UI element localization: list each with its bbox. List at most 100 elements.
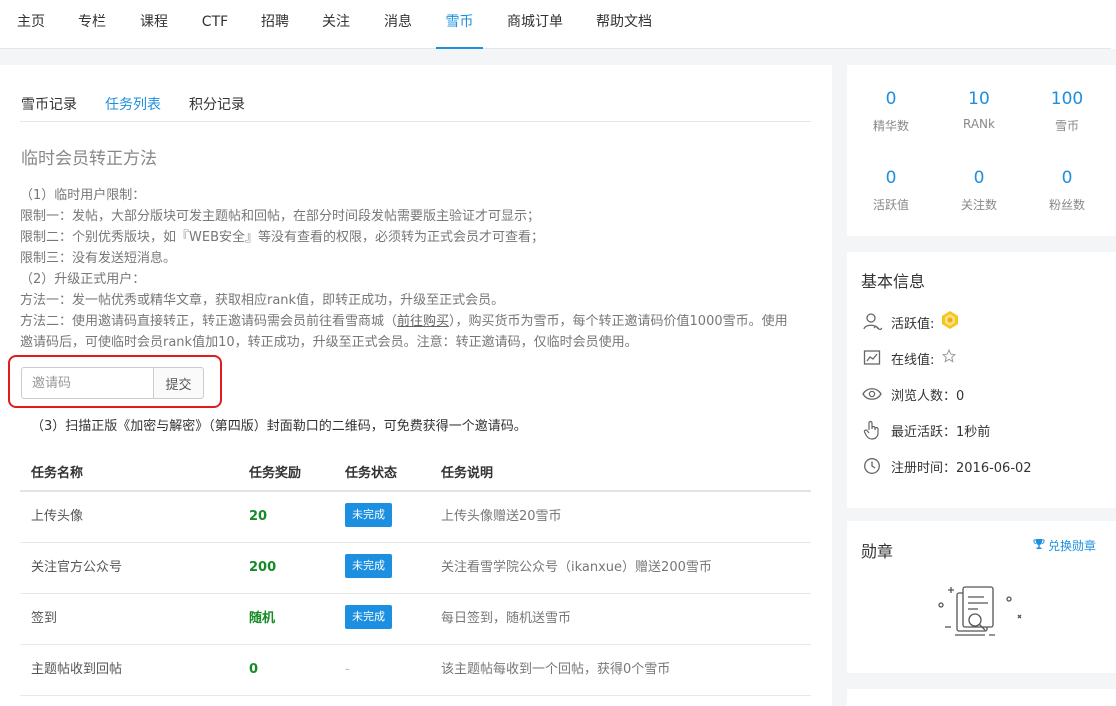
stat-rank[interactable]: 10 RANk [935, 89, 1023, 131]
stat-value: 0 [885, 89, 897, 109]
tab-xuebi-records[interactable]: 雪币记录 [21, 94, 77, 114]
chart-icon [861, 347, 883, 369]
window-edge [1111, 0, 1116, 49]
user-wave-icon [861, 311, 883, 333]
register-text: 注册时间：2016-06-02 [891, 460, 1032, 476]
task-status: 未完成 [345, 594, 392, 644]
hand-icon [861, 419, 883, 441]
stat-value: 0 [885, 168, 897, 188]
stat-label: RANk [963, 117, 995, 131]
stat-label: 活跃值 [872, 198, 909, 212]
stat-label: 关注数 [960, 198, 997, 212]
medals-title: 勋章 [861, 542, 894, 561]
views-text: 浏览人数：0 [891, 388, 965, 404]
table-row: 上传头像 20 未完成 上传头像赠送20雪币 [20, 492, 811, 543]
top-navigation: 主页 专栏 课程 CTF 招聘 关注 消息 雪币 商城订单 帮助文档 [0, 0, 1111, 49]
status-badge[interactable]: 未完成 [345, 554, 392, 578]
rule-line-method-two: 方法二：使用邀请码直接转正，转正邀请码需会员前往看雪商城（前往购买），购买货币为… [20, 311, 800, 353]
clock-icon [861, 455, 883, 477]
stat-following[interactable]: 0 关注数 [935, 168, 1023, 213]
task-name: 签到 [31, 611, 58, 626]
nav-item-ctf[interactable]: CTF [201, 0, 229, 49]
rule-line: 限制二：个别优秀版块，如『WEB安全』等没有查看的权限，必须转为正式会员才可查看… [20, 230, 544, 245]
rule-line: 方法一：发一帖优秀或精华文章，获取相应rank值，即转正成功，升级至正式会员。 [20, 293, 505, 308]
nav-item-shop-orders[interactable]: 商城订单 [507, 0, 563, 49]
column-header-desc: 任务说明 [441, 466, 494, 481]
buy-link[interactable]: 前往购买 [397, 314, 449, 329]
task-desc: 关注看雪学院公众号（ikanxue）赠送200雪币 [441, 560, 712, 575]
table-row: 关注官方公众号 200 未完成 关注看雪学院公众号（ikanxue）赠送200雪… [20, 543, 811, 594]
conversion-rules: （1）临时用户限制： 限制一：发帖，大部分版块可发主题帖和回帖，在部分时间段发帖… [20, 185, 800, 353]
user-stats-card: 0 精华数 10 RANk 100 雪币 0 活跃值 0 关注数 0 粉丝数 [847, 65, 1116, 236]
task-name: 关注官方公众号 [31, 560, 123, 575]
status-badge[interactable]: 未完成 [345, 503, 392, 527]
basic-info-title: 基本信息 [861, 272, 926, 291]
task-status: 未完成 [345, 492, 392, 542]
main-panel: 雪币记录 任务列表 积分记录 临时会员转正方法 （1）临时用户限制： 限制一：发… [0, 65, 832, 706]
stat-value: 10 [968, 89, 990, 109]
task-reward: 20 [249, 509, 268, 524]
task-desc: 该主题帖每收到一个回帖，获得0个雪币 [441, 662, 671, 677]
rule-line: （1）临时用户限制： [20, 188, 146, 203]
nav-item-jobs[interactable]: 招聘 [261, 0, 289, 49]
nav-item-xuebi[interactable]: 雪币 [436, 0, 483, 49]
stat-essence[interactable]: 0 精华数 [847, 89, 935, 134]
stat-value: 0 [973, 168, 985, 188]
empty-medals-illustration [937, 583, 1027, 647]
tab-task-list[interactable]: 任务列表 [105, 94, 161, 114]
nav-item-course[interactable]: 课程 [140, 0, 168, 49]
info-online: 在线值: [861, 347, 957, 369]
column-header-status: 任务状态 [345, 466, 398, 481]
medals-card: 勋章 兑换勋章 [847, 521, 1116, 673]
rule-text: 方法二：使用邀请码直接转正，转正邀请码需会员前往看雪商城（ [20, 314, 398, 329]
section-title: 临时会员转正方法 [21, 149, 157, 169]
rule-line: （2）升级正式用户： [20, 272, 146, 287]
exchange-medal-link[interactable]: 兑换勋章 [1033, 537, 1096, 554]
nav-item-messages[interactable]: 消息 [384, 0, 412, 49]
submit-button[interactable]: 提交 [153, 367, 204, 399]
task-reward: 0 [249, 662, 259, 677]
nav-item-follow[interactable]: 关注 [322, 0, 350, 49]
invite-code-input[interactable] [21, 367, 153, 399]
task-desc: 上传头像赠送20雪币 [441, 509, 562, 524]
stat-label: 精华数 [872, 119, 909, 133]
next-card [847, 689, 1116, 706]
tab-points-records[interactable]: 积分记录 [189, 94, 245, 114]
nav-item-help-docs[interactable]: 帮助文档 [596, 0, 652, 49]
table-row: 主题帖收到回帖 0 - 该主题帖每收到一个回帖，获得0个雪币 [20, 645, 811, 696]
info-last-active: 最近活跃：1秒前 [861, 419, 990, 441]
column-header-name: 任务名称 [31, 466, 84, 481]
scan-note: （3）扫描正版《加密与解密》（第四版）封面勒口的二维码，可免费获得一个邀请码。 [31, 419, 527, 434]
task-name: 主题帖收到回帖 [31, 662, 123, 677]
trophy-icon [1033, 538, 1045, 553]
stat-label: 粉丝数 [1048, 198, 1085, 212]
tabs-divider [20, 121, 811, 122]
stat-label: 雪币 [1054, 119, 1079, 133]
online-label: 在线值: [891, 352, 935, 368]
task-desc: 每日签到，随机送雪币 [441, 611, 572, 626]
stat-value: 100 [1050, 89, 1084, 109]
stat-value: 0 [1061, 168, 1073, 188]
task-reward: 随机 [249, 611, 276, 626]
nav-item-column[interactable]: 专栏 [78, 0, 106, 49]
status-badge[interactable]: 未完成 [345, 605, 392, 629]
table-row: 签到 随机 未完成 每日签到，随机送雪币 [20, 594, 811, 645]
last-active-text: 最近活跃：1秒前 [891, 424, 991, 440]
stat-xuebi[interactable]: 100 雪币 [1023, 89, 1111, 134]
activity-label: 活跃值: [891, 316, 935, 332]
stat-followers[interactable]: 0 粉丝数 [1023, 168, 1111, 213]
task-name: 上传头像 [31, 509, 84, 524]
star-icon [942, 348, 957, 367]
eye-icon [861, 383, 883, 405]
info-activity: 活跃值: [861, 311, 960, 333]
medal-icon [940, 310, 960, 334]
task-status: - [345, 662, 350, 677]
exchange-label: 兑换勋章 [1047, 539, 1096, 553]
column-header-reward: 任务奖励 [249, 466, 302, 481]
nav-item-home[interactable]: 主页 [17, 0, 45, 49]
rule-line: 限制一：发帖，大部分版块可发主题帖和回帖，在部分时间段发帖需要版主验证才可显示； [20, 209, 541, 224]
info-register: 注册时间：2016-06-02 [861, 455, 1032, 477]
rule-line: 限制三：没有发送短消息。 [20, 251, 177, 266]
stat-activity[interactable]: 0 活跃值 [847, 168, 935, 213]
basic-info-card: 基本信息 活跃值: 在线值: 浏览人数：0 最近活跃：1秒前 注册时间：2016… [847, 252, 1116, 508]
